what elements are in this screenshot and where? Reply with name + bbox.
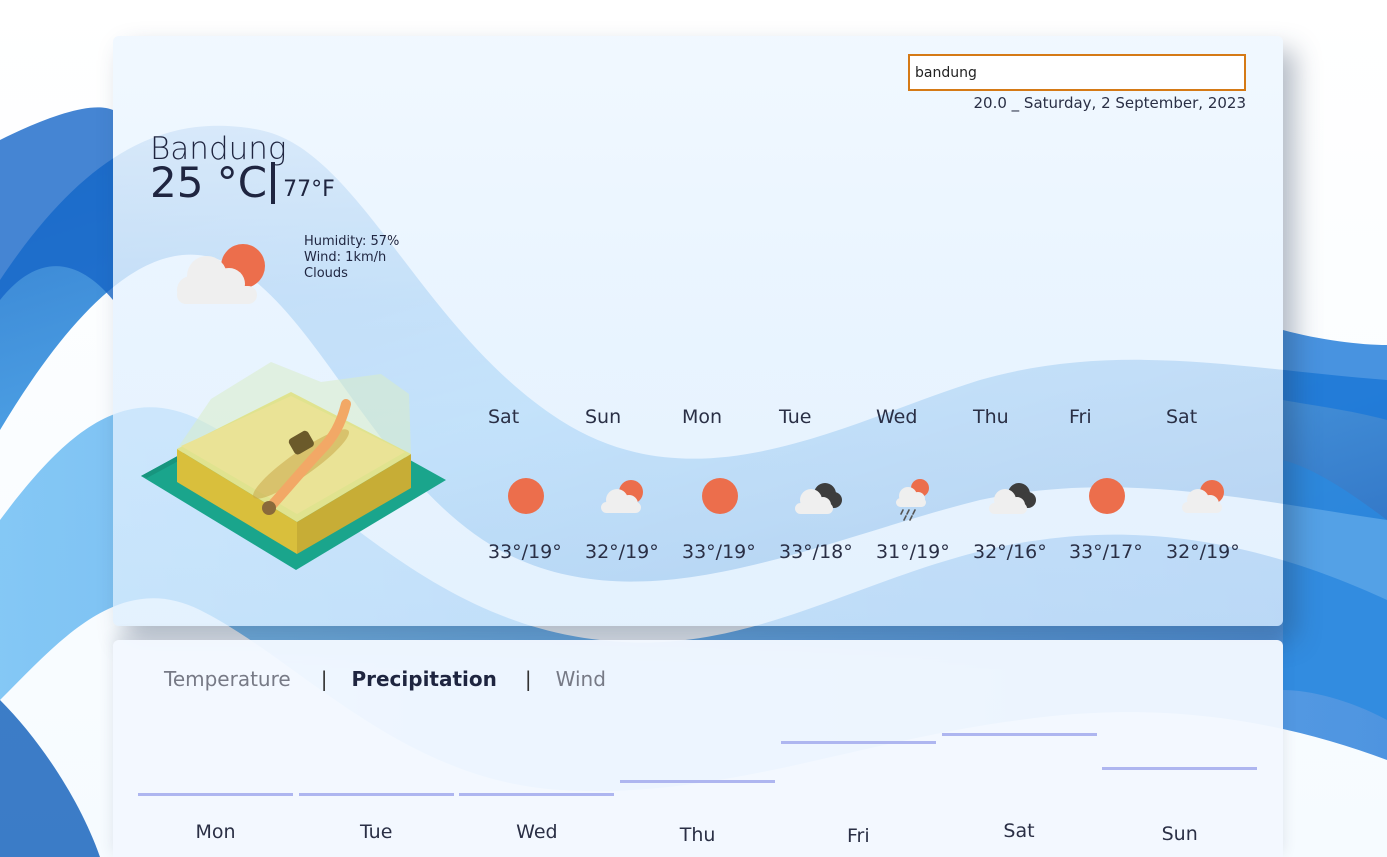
temperature-row: 25 °C 77°F bbox=[150, 162, 335, 204]
rain-icon bbox=[896, 479, 929, 521]
tab-temperature[interactable]: Temperature bbox=[164, 667, 291, 691]
chart-category-label: Wed bbox=[516, 821, 558, 843]
forecast-temp-range: 33°/19° bbox=[488, 541, 562, 563]
chart-category-label: Sat bbox=[1003, 820, 1035, 842]
forecast-temp-range: 32°/19° bbox=[585, 541, 659, 563]
chart-bar bbox=[138, 793, 293, 796]
forecast-day-label: Sat bbox=[1166, 406, 1198, 428]
tab-separator: | bbox=[524, 667, 532, 691]
chart-bar bbox=[298, 793, 454, 796]
wind-label: Wind: 1km/h bbox=[304, 250, 387, 265]
weather-details: Humidity: 57% Wind: 1km/h Clouds bbox=[304, 234, 399, 282]
forecast-temp-range: 33°/17° bbox=[1069, 541, 1143, 563]
chart-category-label: Thu bbox=[679, 824, 716, 846]
partly-cloudy-icon bbox=[1182, 480, 1224, 513]
forecast-temp-range: 33°/19° bbox=[682, 541, 756, 563]
forecast-temp-range: 32°/16° bbox=[973, 541, 1047, 563]
forecast-temp-range: 31°/19° bbox=[876, 541, 950, 563]
forecast-day-label: Sun bbox=[585, 406, 622, 428]
search-input[interactable] bbox=[908, 54, 1246, 91]
forecast-temp-range: 32°/19° bbox=[1166, 541, 1240, 563]
partly-cloudy-icon bbox=[177, 244, 265, 304]
sun-icon bbox=[508, 478, 544, 514]
tab-precipitation[interactable]: Precipitation bbox=[351, 667, 496, 691]
forecast-day-label: Fri bbox=[1069, 406, 1092, 428]
temperature-celsius: 25 °C bbox=[150, 158, 268, 207]
chart-tabs: Temperature | Precipitation | Wind bbox=[164, 667, 606, 691]
temperature-fahrenheit: 77°F bbox=[283, 177, 335, 202]
chart-category-label: Fri bbox=[846, 825, 870, 847]
forecast-day-label: Sat bbox=[488, 406, 520, 428]
chart-category-label: Mon bbox=[195, 821, 236, 843]
forecast-day-label: Wed bbox=[876, 406, 918, 428]
datetime-label: 20.0 _ Saturday, 2 September, 2023 bbox=[973, 94, 1247, 112]
tab-separator: | bbox=[320, 667, 328, 691]
sun-icon bbox=[702, 478, 738, 514]
broken-clouds-icon bbox=[795, 483, 842, 514]
forecast-day-label: Tue bbox=[779, 406, 812, 428]
chart-bar bbox=[620, 780, 776, 784]
tab-wind[interactable]: Wind bbox=[556, 667, 606, 691]
humidity-label: Humidity: 57% bbox=[304, 234, 400, 249]
chart-bar bbox=[459, 793, 615, 796]
partly-cloudy-icon bbox=[601, 480, 643, 513]
sun-icon bbox=[1089, 478, 1125, 514]
chart-bar bbox=[941, 732, 1097, 736]
forecast-temp-range: 33°/18° bbox=[779, 541, 853, 563]
temperature-divider bbox=[271, 162, 276, 204]
forecast-day-label: Mon bbox=[682, 406, 723, 428]
forecast-day-label: Thu bbox=[973, 406, 1009, 428]
swimmer-pool-illustration bbox=[141, 362, 446, 570]
chart-panel: Temperature | Precipitation | Wind Mon Tu… bbox=[113, 640, 1283, 857]
chart-category-label: Sun bbox=[1161, 823, 1198, 845]
condition-label: Clouds bbox=[304, 266, 348, 281]
chart-bar bbox=[780, 741, 936, 745]
broken-clouds-icon bbox=[989, 483, 1036, 514]
current-weather-card: 20.0 _ Saturday, 2 September, 2023 Bandu… bbox=[113, 36, 1283, 626]
chart-bar bbox=[1102, 767, 1258, 771]
chart-category-label: Tue bbox=[359, 821, 393, 843]
